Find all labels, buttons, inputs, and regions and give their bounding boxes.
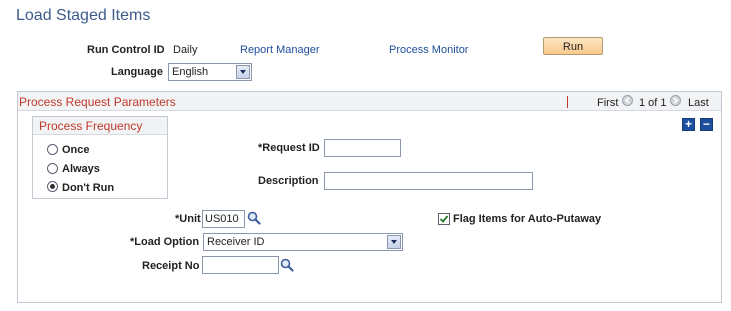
radio-dont-run[interactable] (47, 181, 58, 192)
radio-once-label: Once (62, 144, 90, 156)
receipt-no-label: Receipt No (142, 260, 200, 272)
language-label: Language (111, 66, 163, 78)
radio-once[interactable] (47, 144, 58, 155)
header-separator (567, 96, 568, 108)
language-select[interactable]: English (168, 63, 252, 81)
receipt-no-input[interactable] (202, 256, 279, 274)
load-option-label: *Load Option (130, 236, 200, 248)
request-id-label: *Request ID (258, 142, 320, 154)
search-icon[interactable] (280, 258, 294, 272)
load-option-select[interactable]: Receiver ID (203, 233, 403, 251)
chevron-down-icon (236, 65, 250, 79)
run-button[interactable]: Run (543, 37, 603, 55)
nav-first-label[interactable]: First (597, 97, 618, 109)
report-manager-link[interactable]: Report Manager (240, 44, 320, 56)
page-title: Load Staged Items (16, 7, 151, 24)
radio-always-label: Always (62, 163, 100, 175)
flag-auto-putaway-label: Flag Items for Auto-Putaway (453, 213, 602, 225)
description-input[interactable] (324, 172, 533, 190)
radio-always[interactable] (47, 163, 58, 174)
process-request-parameters-title: Process Request Parameters (19, 95, 176, 109)
delete-row-icon[interactable]: − (700, 118, 713, 131)
description-label: Description (258, 175, 319, 187)
check-icon (439, 215, 449, 223)
nav-range-label: 1 of 1 (639, 97, 667, 109)
search-icon[interactable] (247, 211, 261, 225)
nav-previous-icon[interactable] (622, 95, 633, 106)
process-frequency-title: Process Frequency (39, 119, 143, 133)
add-row-icon[interactable]: + (682, 118, 695, 131)
chevron-down-icon (387, 235, 401, 249)
language-select-value: English (172, 66, 209, 78)
process-monitor-link[interactable]: Process Monitor (389, 44, 468, 56)
nav-next-icon[interactable] (670, 95, 681, 106)
run-control-label: Run Control ID (87, 44, 165, 56)
radio-dont-run-label: Don't Run (62, 182, 115, 194)
run-control-value: Daily (173, 44, 198, 56)
flag-auto-putaway-checkbox[interactable] (438, 213, 450, 225)
unit-label: *Unit (175, 213, 201, 225)
nav-last-label[interactable]: Last (688, 97, 709, 109)
unit-input[interactable]: US010 (202, 210, 245, 228)
request-id-input[interactable] (324, 139, 401, 157)
load-option-select-value: Receiver ID (207, 236, 265, 248)
